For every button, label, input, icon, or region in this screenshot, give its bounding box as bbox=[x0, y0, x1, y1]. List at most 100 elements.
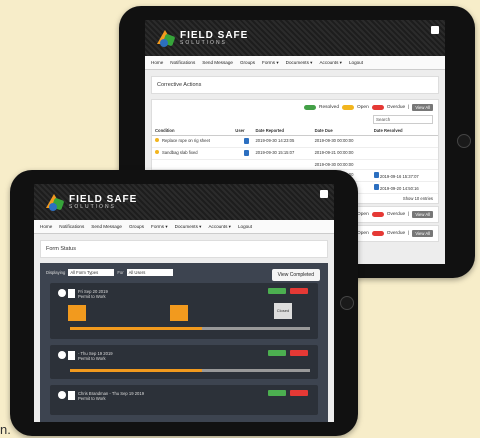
progress-track bbox=[70, 327, 310, 330]
progress-track bbox=[70, 369, 310, 372]
overdue-pill bbox=[371, 231, 384, 236]
status-legend: Resolved Open Overdue | View All bbox=[152, 100, 438, 115]
home-button-icon bbox=[340, 296, 354, 310]
col-condition[interactable]: Condition bbox=[152, 126, 233, 136]
nav-notifications[interactable]: Notifications bbox=[59, 224, 84, 229]
document-icon[interactable] bbox=[68, 289, 75, 298]
front-nav: Home Notifications Send Message Groups F… bbox=[34, 220, 334, 234]
row-due: 2019-09-30 00:00:00 bbox=[311, 159, 371, 170]
row-condition: Replace rope on rig sheet bbox=[162, 138, 210, 143]
nav-documents[interactable]: Documents ▾ bbox=[175, 224, 202, 230]
card-form-name: Permit to Work bbox=[78, 396, 106, 401]
reject-button[interactable] bbox=[290, 390, 308, 396]
legend-open: Open bbox=[357, 231, 369, 236]
nav-notifications[interactable]: Notifications bbox=[170, 60, 195, 65]
user-select[interactable]: All Users bbox=[126, 269, 173, 276]
stage-marker bbox=[170, 305, 188, 321]
table-row[interactable]: 2019-09-30 00:00:00 bbox=[152, 159, 438, 170]
form-card[interactable]: Chris Brandman - Thu Sep 19 2019 Permit … bbox=[50, 385, 318, 415]
legend-overdue: Overdue bbox=[386, 105, 406, 110]
front-tablet: FIELD SAFE SOLUTIONS Home Notifications … bbox=[10, 170, 358, 436]
row-reported: 2019-09-30 15:15:07 bbox=[252, 147, 312, 160]
caption-text: n. bbox=[0, 422, 11, 437]
brand-logo-icon bbox=[44, 191, 66, 213]
legend-resolved: Resolved bbox=[319, 105, 339, 110]
front-logo: FIELD SAFE SOLUTIONS bbox=[44, 191, 137, 213]
brand-name: FIELD SAFE bbox=[69, 193, 138, 205]
col-user[interactable]: User bbox=[232, 126, 253, 136]
expand-icon[interactable] bbox=[320, 190, 328, 198]
nav-accounts[interactable]: Accounts ▾ bbox=[208, 224, 230, 230]
overdue-pill bbox=[371, 105, 384, 110]
row-resolved bbox=[370, 135, 438, 148]
brand-logo-icon bbox=[155, 27, 177, 49]
expand-card-icon[interactable] bbox=[58, 351, 66, 359]
nav-forms[interactable]: Forms ▾ bbox=[151, 224, 168, 230]
view-completed-button[interactable]: View Completed bbox=[271, 269, 320, 281]
nav-documents[interactable]: Documents ▾ bbox=[286, 60, 313, 66]
home-button-icon bbox=[457, 134, 471, 148]
approve-button[interactable] bbox=[268, 288, 286, 294]
legend-divider: | bbox=[408, 231, 410, 236]
page-title: Form Status bbox=[40, 240, 328, 258]
card-form-name: Permit to Work bbox=[78, 356, 106, 361]
approve-button[interactable] bbox=[268, 350, 286, 356]
form-card[interactable]: - Thu Sep 19 2019 Permit to Work bbox=[50, 345, 318, 379]
nav-home[interactable]: Home bbox=[151, 60, 163, 65]
nav-groups[interactable]: Groups bbox=[129, 224, 144, 229]
front-header: FIELD SAFE SOLUTIONS bbox=[34, 184, 334, 220]
approve-button[interactable] bbox=[268, 390, 286, 396]
view-all-button[interactable]: View All bbox=[412, 104, 433, 111]
collapse-icon[interactable] bbox=[58, 289, 66, 297]
brand-subtitle: SOLUTIONS bbox=[69, 203, 116, 210]
reject-button[interactable] bbox=[290, 288, 308, 294]
nav-logout[interactable]: Logout bbox=[349, 60, 363, 65]
table-row[interactable]: Sandbag slab fixed 2019-09-30 15:15:07 2… bbox=[152, 147, 438, 160]
view-all-button[interactable]: View All bbox=[412, 230, 433, 237]
expand-card-icon[interactable] bbox=[58, 391, 66, 399]
nav-forms[interactable]: Forms ▾ bbox=[262, 60, 279, 66]
open-pill bbox=[342, 105, 354, 110]
show-suffix: entries bbox=[420, 196, 433, 201]
filter-label: Displaying bbox=[46, 270, 66, 275]
table-row[interactable]: Replace rope on rig sheet 2019-09-30 14:… bbox=[152, 135, 438, 148]
document-icon[interactable] bbox=[68, 391, 75, 400]
view-all-button[interactable]: View All bbox=[412, 211, 433, 218]
nav-send-message[interactable]: Send Message bbox=[91, 224, 122, 229]
document-icon[interactable] bbox=[68, 351, 75, 360]
document-icon[interactable] bbox=[373, 184, 379, 190]
form-status-panel: Displaying All Form Types For All Users … bbox=[40, 263, 328, 422]
form-card[interactable]: Fri Sep 20 2019 Permit to Work Closed bbox=[50, 283, 318, 339]
document-icon[interactable] bbox=[373, 172, 379, 178]
form-type-select[interactable]: All Form Types bbox=[68, 269, 115, 276]
col-date-reported[interactable]: Date Reported bbox=[252, 126, 312, 136]
show-count[interactable]: 10 bbox=[415, 196, 420, 201]
nav-logout[interactable]: Logout bbox=[238, 224, 252, 229]
progress-fill bbox=[70, 369, 202, 372]
legend-open: Open bbox=[357, 212, 369, 217]
row-condition: Sandbag slab fixed bbox=[162, 150, 198, 155]
brand-subtitle: SOLUTIONS bbox=[180, 39, 227, 46]
front-screen: FIELD SAFE SOLUTIONS Home Notifications … bbox=[34, 184, 334, 422]
legend-open: Open bbox=[357, 105, 369, 110]
nav-send-message[interactable]: Send Message bbox=[202, 60, 233, 65]
back-logo: FIELD SAFE SOLUTIONS bbox=[155, 27, 248, 49]
row-reported: 2019-09-30 14:23:05 bbox=[252, 135, 312, 148]
status-dot-icon bbox=[155, 138, 159, 142]
search-input[interactable]: Search bbox=[373, 115, 433, 124]
document-icon[interactable] bbox=[244, 138, 250, 144]
stage-marker bbox=[68, 305, 86, 321]
nav-accounts[interactable]: Accounts ▾ bbox=[319, 60, 341, 66]
stage-closed: Closed bbox=[274, 303, 292, 319]
col-date-due[interactable]: Date Due bbox=[311, 126, 371, 136]
status-dot-icon bbox=[155, 150, 159, 154]
nav-groups[interactable]: Groups bbox=[240, 60, 255, 65]
show-label: Show bbox=[402, 196, 414, 201]
document-icon[interactable] bbox=[244, 150, 250, 156]
nav-home[interactable]: Home bbox=[40, 224, 52, 229]
col-date-resolved[interactable]: Date Resolved bbox=[370, 126, 438, 136]
brand-name: FIELD SAFE bbox=[180, 29, 249, 41]
expand-icon[interactable] bbox=[431, 26, 439, 34]
filter-for-label: For bbox=[117, 270, 124, 275]
reject-button[interactable] bbox=[290, 350, 308, 356]
